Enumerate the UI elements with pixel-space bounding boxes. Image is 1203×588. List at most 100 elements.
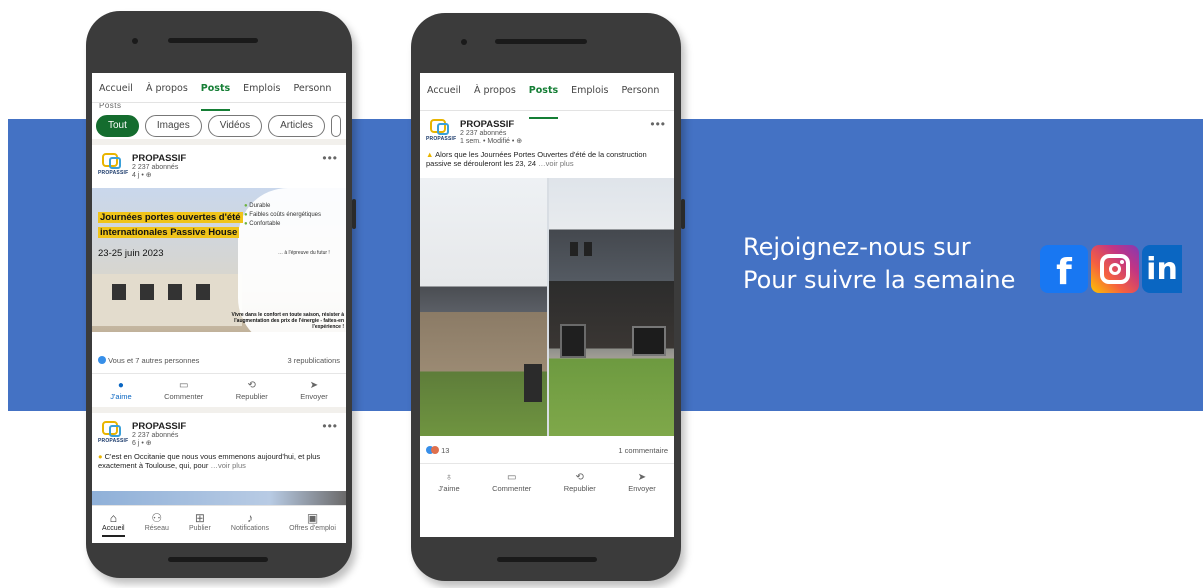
bell-icon: ♪: [246, 511, 253, 525]
like-label: J'aime: [110, 392, 132, 401]
comment-count[interactable]: 1 commentaire: [618, 446, 668, 455]
tab-accueil[interactable]: Accueil: [427, 85, 461, 110]
post-photo-houses[interactable]: [420, 178, 674, 436]
comment-button[interactable]: ▭ Commenter: [492, 472, 531, 493]
repost-button[interactable]: ⟲ Republier: [564, 472, 596, 493]
tab-emplois[interactable]: Emplois: [243, 83, 280, 102]
tab-accueil[interactable]: Accueil: [99, 83, 133, 102]
comment-button[interactable]: ▭ Commenter: [164, 380, 203, 401]
facebook-icon[interactable]: f: [1040, 245, 1088, 293]
reaction-summary[interactable]: 13: [426, 446, 449, 455]
post-actions: ● J'aime ▭ Commenter ⟲ Republier ➤ Envoyer: [92, 374, 346, 413]
chip-images[interactable]: Images: [144, 115, 202, 137]
engagement-counts: Vous et 7 autres personnes 3 republicati…: [92, 348, 346, 374]
company-logo[interactable]: PROPASSIF: [426, 119, 457, 145]
nav-jobs[interactable]: ▣ Offres d'emploi: [289, 511, 336, 543]
slide: Accueil À propos Posts Emplois Personn P…: [0, 0, 1203, 588]
window-shape: [632, 326, 666, 356]
camera-icon: [132, 38, 138, 44]
phone-left-screen: Accueil À propos Posts Emplois Personn P…: [92, 73, 346, 543]
repost-count[interactable]: 3 republications: [287, 356, 340, 365]
like-button[interactable]: ● J'aime: [110, 380, 131, 401]
nav-notifications[interactable]: ♪ Notifications: [231, 511, 269, 543]
linkedin-icon[interactable]: in: [1142, 245, 1182, 293]
post-age: 1 sem. • Modifié • ⊕: [460, 138, 523, 145]
feature-item: Faibles coûts énergétiques: [244, 211, 321, 220]
chip-articles[interactable]: Articles: [268, 115, 325, 137]
post-age: 4 j • ⊕: [132, 172, 152, 179]
heart-reaction-icon: [431, 446, 439, 454]
window-shape: [524, 364, 542, 402]
logo-wordmark: PROPASSIF: [426, 136, 457, 142]
author-name[interactable]: PROPASSIF: [460, 119, 522, 130]
repost-label: Republier: [563, 484, 596, 493]
reaction-summary[interactable]: Vous et 7 autres personnes: [98, 356, 199, 365]
more-options-icon[interactable]: •••: [650, 117, 666, 131]
nav-label: Accueil: [102, 525, 125, 532]
send-button[interactable]: ➤ Envoyer: [300, 380, 328, 401]
post-banner-image[interactable]: Journées portes ouvertes d'été internati…: [92, 188, 346, 348]
repost-icon: ⟲: [247, 380, 256, 391]
see-more-link[interactable]: …voir plus: [538, 159, 573, 168]
see-more-link[interactable]: …voir plus: [210, 461, 245, 470]
tab-emplois[interactable]: Emplois: [571, 85, 608, 110]
tab-posts[interactable]: Posts: [528, 85, 559, 119]
tab-posts[interactable]: Posts: [200, 83, 231, 111]
author-name[interactable]: PROPASSIF: [132, 421, 186, 432]
logo-wordmark: PROPASSIF: [98, 438, 129, 444]
promo-line-2: Pour suivre la semaine: [743, 266, 1016, 294]
logo-mark-icon: [102, 421, 121, 437]
comment-icon: ▭: [506, 472, 517, 483]
social-icons: f in: [1040, 245, 1182, 293]
filter-chips: Tout Images Vidéos Articles: [92, 109, 346, 145]
nav-label: Notifications: [230, 525, 270, 532]
sponsor-logos: [92, 332, 346, 348]
company-logo[interactable]: PROPASSIF: [98, 421, 129, 447]
camera-icon: [461, 39, 467, 45]
follower-count: 2 237 abonnés: [132, 164, 179, 171]
post-header: PROPASSIF PROPASSIF 2 237 abonnés 4 j • …: [92, 145, 346, 180]
nav-label: Publier: [188, 525, 211, 532]
nav-label: Offres d'emploi: [289, 525, 336, 532]
more-options-icon[interactable]: •••: [322, 151, 338, 165]
author-name[interactable]: PROPASSIF: [132, 153, 186, 164]
more-options-icon[interactable]: •••: [322, 419, 338, 433]
home-icon: ⌂: [109, 511, 117, 525]
window-shape: [560, 324, 586, 358]
window-shape: [112, 284, 126, 300]
window-shape: [570, 242, 578, 256]
nav-home[interactable]: ⌂ Accueil: [102, 511, 125, 543]
nav-post[interactable]: ⊞ Publier: [189, 511, 211, 543]
post-header: PROPASSIF PROPASSIF 2 237 abonnés 1 sem.…: [420, 111, 674, 146]
window-shape: [168, 284, 182, 300]
chip-tout[interactable]: Tout: [96, 115, 139, 137]
nav-label: Réseau: [144, 525, 169, 532]
tab-personnes[interactable]: Personn: [621, 85, 659, 110]
plus-square-icon: ⊞: [194, 511, 205, 525]
chip-more[interactable]: [330, 115, 341, 137]
send-label: Envoyer: [628, 484, 656, 493]
window-shape: [196, 284, 210, 300]
instagram-icon[interactable]: [1091, 245, 1139, 293]
page-tabs: Accueil À propos Posts Emplois Personn: [420, 73, 674, 119]
post-actions: ♁ J'aime ▭ Commenter ⟲ Republier ➤ Envoyer: [420, 464, 674, 499]
engagement-counts: 13 1 commentaire: [420, 436, 674, 464]
tab-a-propos[interactable]: À propos: [474, 85, 516, 110]
tab-a-propos[interactable]: À propos: [146, 83, 188, 102]
post-text: ● C'est en Occitanie que nous vous emmen…: [92, 448, 346, 470]
post-image-preview[interactable]: [92, 491, 346, 505]
repost-button[interactable]: ⟲ Republier: [236, 380, 268, 401]
like-button[interactable]: ♁ J'aime: [438, 472, 459, 493]
send-button[interactable]: ➤ Envoyer: [628, 472, 656, 493]
tab-personnes[interactable]: Personn: [293, 83, 331, 102]
home-bar: [168, 557, 268, 562]
chip-videos[interactable]: Vidéos: [207, 115, 263, 137]
emoji-icon: ▲: [426, 150, 434, 159]
company-logo[interactable]: PROPASSIF: [98, 153, 128, 179]
banner-subtitle: Vivre dans le confort en toute saison, r…: [231, 312, 344, 330]
phone-left: Accueil À propos Posts Emplois Personn P…: [86, 11, 356, 578]
nav-network[interactable]: ⚇ Réseau: [145, 511, 169, 543]
speaker-grille: [495, 39, 587, 44]
emoji-icon: ●: [98, 452, 103, 461]
banner-date: 23-25 juin 2023: [98, 248, 164, 259]
